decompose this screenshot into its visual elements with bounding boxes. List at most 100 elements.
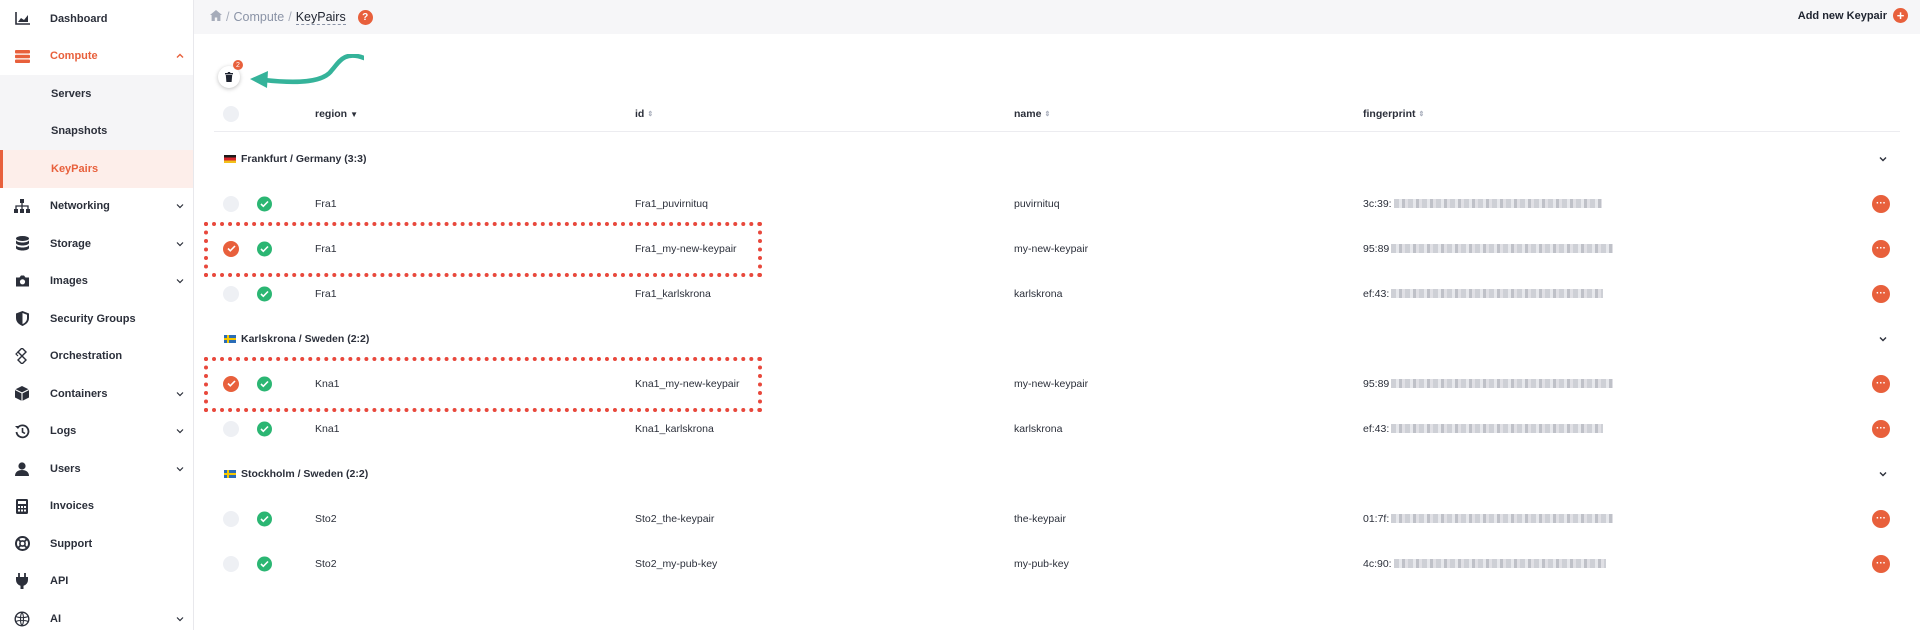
cell-region: Kna1 (315, 422, 340, 435)
sidebar-item-orchestration[interactable]: Orchestration (0, 338, 193, 376)
fingerprint-prefix: 3c:39: (1363, 197, 1392, 210)
breadcrumb-separator: / (288, 10, 292, 24)
group-label: Frankfurt / Germany (3:3) (241, 152, 367, 165)
cell-fingerprint: ef:43: (1363, 288, 1604, 300)
sidebar-item-label: Orchestration (50, 350, 123, 363)
cell-name: my-new-keypair (1014, 242, 1089, 255)
row-checkbox[interactable] (223, 510, 239, 527)
table-row[interactable]: Fra1 Fra1_karlskrona karlskrona ef:43: ·… (214, 271, 1900, 316)
sidebar-item-containers[interactable]: Containers (0, 375, 193, 413)
sidebar-item-api[interactable]: API (0, 563, 193, 601)
box-icon (14, 386, 30, 402)
table-row[interactable]: Kna1 Kna1_my-new-keypair my-new-keypair … (214, 361, 1900, 406)
delete-selected-button[interactable]: 2 (218, 60, 243, 88)
row-checkbox[interactable] (223, 195, 239, 212)
top-bar: / Compute / KeyPairs ? Add new Keypair + (194, 0, 1920, 34)
chart-icon (14, 11, 30, 27)
select-all-checkbox[interactable] (223, 106, 239, 122)
sidebar-item-logs[interactable]: Logs (0, 413, 193, 451)
cell-name: my-new-keypair (1014, 377, 1089, 390)
redacted-blur (1393, 199, 1602, 208)
camera-icon (14, 273, 30, 289)
table-row[interactable]: Kna1 Kna1_karlskrona karlskrona ef:43: ·… (214, 406, 1900, 451)
sidebar-item-support[interactable]: Support (0, 525, 193, 563)
row-checkbox[interactable] (223, 555, 239, 572)
table-row[interactable]: Sto2 Sto2_the-keypair the-keypair 01:7f:… (214, 496, 1900, 541)
sidebar-item-users[interactable]: Users (0, 450, 193, 488)
sidebar-item-label: Users (50, 462, 81, 475)
status-ok-icon (257, 556, 272, 571)
redacted-blur (1391, 379, 1614, 388)
sidebar-item-dashboard[interactable]: Dashboard (0, 0, 193, 38)
add-keypair-button[interactable]: Add new Keypair + (1798, 8, 1908, 23)
sidebar-item-label: Servers (51, 87, 92, 100)
compute-submenu: Servers Snapshots KeyPairs (0, 75, 193, 188)
network-icon (14, 198, 30, 214)
group-header[interactable]: Frankfurt / Germany (3:3) (214, 136, 1900, 181)
column-header-name[interactable]: name ⇕ (1014, 108, 1050, 120)
cell-id: Fra1_my-new-keypair (635, 242, 737, 255)
chevron-down-icon[interactable] (1878, 334, 1888, 344)
sidebar-item-label: Snapshots (51, 125, 108, 138)
cell-region: Fra1 (315, 242, 337, 255)
status-ok-icon (257, 421, 272, 436)
column-header-id[interactable]: id ⇕ (635, 108, 653, 120)
row-checkbox[interactable] (223, 240, 239, 257)
row-actions-button[interactable]: ··· (1872, 194, 1890, 213)
row-checkbox[interactable] (223, 285, 239, 302)
row-actions-button[interactable]: ··· (1872, 554, 1890, 573)
group-label: Karlskrona / Sweden (2:2) (241, 332, 370, 345)
table-row[interactable]: Fra1 Fra1_my-new-keypair my-new-keypair … (214, 226, 1900, 271)
sidebar-item-storage[interactable]: Storage (0, 225, 193, 263)
group-header[interactable]: Stockholm / Sweden (2:2) (214, 451, 1900, 496)
cell-name: my-pub-key (1014, 557, 1069, 570)
cell-name: puvirnituq (1014, 197, 1060, 210)
home-icon[interactable] (210, 10, 222, 24)
user-icon (14, 461, 30, 477)
row-actions-button[interactable]: ··· (1872, 284, 1890, 303)
fingerprint-prefix: 4c:90: (1363, 557, 1392, 570)
redacted-blur (1391, 289, 1604, 298)
row-actions-button[interactable]: ··· (1872, 239, 1890, 258)
chevron-down-icon[interactable] (1878, 469, 1888, 479)
sidebar-item-label: Dashboard (50, 12, 108, 25)
breadcrumb-compute[interactable]: Compute (233, 10, 284, 24)
redacted-blur (1393, 559, 1606, 568)
fingerprint-prefix: 95:89 (1363, 377, 1390, 390)
sidebar-item-security-groups[interactable]: Security Groups (0, 300, 193, 338)
sidebar-item-invoices[interactable]: Invoices (0, 488, 193, 526)
help-icon[interactable]: ? (357, 9, 373, 25)
sidebar-item-networking[interactable]: Networking (0, 188, 193, 226)
sidebar-item-keypairs[interactable]: KeyPairs (0, 150, 193, 188)
chevron-down-icon[interactable] (1878, 154, 1888, 164)
column-header-fingerprint[interactable]: fingerprint ⇕ (1363, 108, 1424, 120)
row-checkbox[interactable] (223, 420, 239, 437)
cell-fingerprint: 01:7f: (1363, 512, 1614, 525)
app-window: Dashboard Compute Servers Snapshots KeyP… (0, 0, 1920, 630)
sidebar-item-label: Security Groups (50, 312, 136, 325)
plus-icon: + (1893, 8, 1908, 23)
row-checkbox[interactable] (223, 375, 239, 392)
table-row[interactable]: Fra1 Fra1_puvirnituq puvirnituq 3c:39: ·… (214, 181, 1900, 226)
fingerprint-prefix: 95:89 (1363, 242, 1390, 255)
cell-id: Kna1_my-new-keypair (635, 377, 740, 390)
group-header[interactable]: Karlskrona / Sweden (2:2) (214, 316, 1900, 361)
breadcrumb-keypairs[interactable]: KeyPairs (295, 10, 346, 25)
sidebar-item-snapshots[interactable]: Snapshots (0, 113, 193, 151)
germany-flag-icon (224, 154, 236, 163)
cell-id: Fra1_puvirnituq (635, 197, 708, 210)
sidebar-item-images[interactable]: Images (0, 263, 193, 301)
chevron-up-icon (176, 53, 184, 59)
sidebar-item-compute[interactable]: Compute (0, 37, 193, 75)
table-row[interactable]: Sto2 Sto2_my-pub-key my-pub-key 4c:90: ·… (214, 541, 1900, 586)
cell-region: Fra1 (315, 287, 337, 300)
selected-count-badge: 2 (233, 60, 243, 70)
row-actions-button[interactable]: ··· (1872, 509, 1890, 528)
sidebar-item-ai[interactable]: AI (0, 600, 193, 630)
cell-name: karlskrona (1014, 422, 1063, 435)
row-actions-button[interactable]: ··· (1872, 374, 1890, 393)
sidebar-item-servers[interactable]: Servers (0, 75, 193, 113)
fingerprint-prefix: 01:7f: (1363, 512, 1390, 525)
row-actions-button[interactable]: ··· (1872, 419, 1890, 438)
column-header-region[interactable]: region ▼ (315, 108, 358, 120)
